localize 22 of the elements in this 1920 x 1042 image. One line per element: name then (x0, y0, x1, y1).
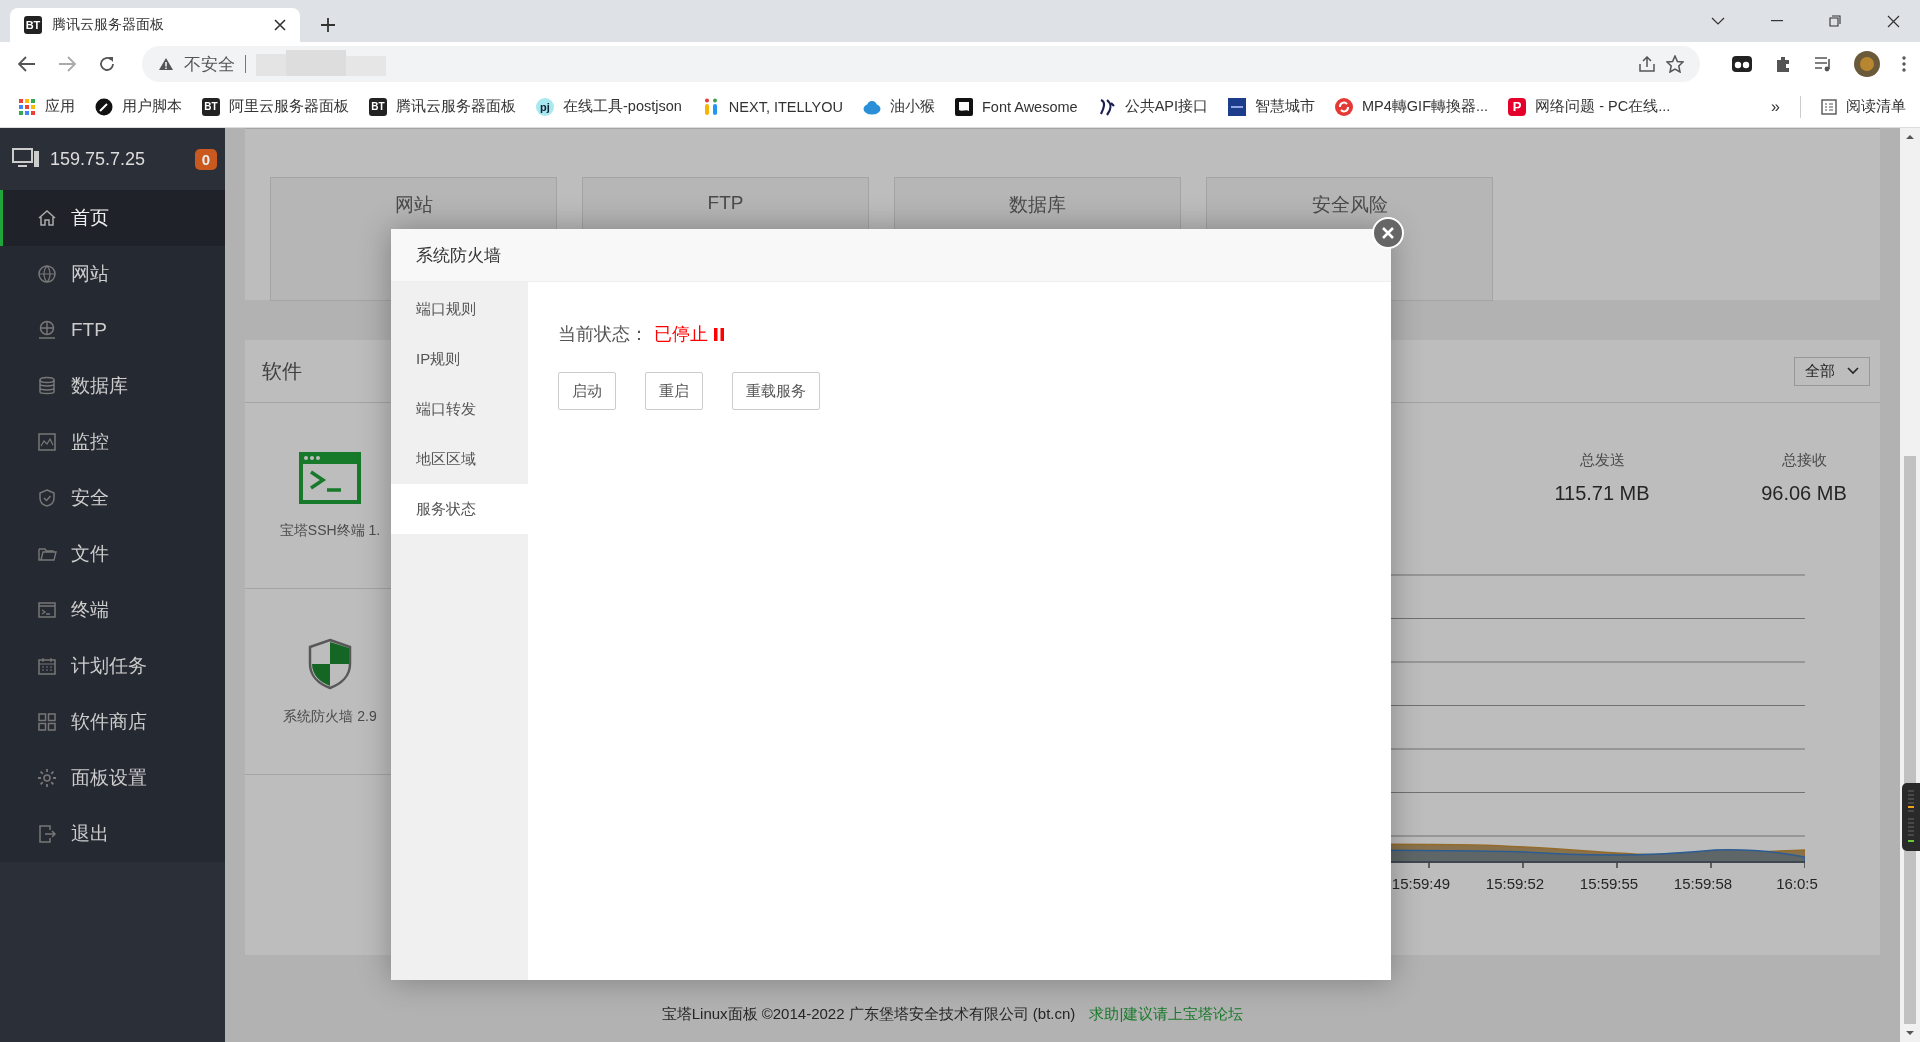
security-label: 不安全 (184, 53, 235, 76)
copyright-text: 宝塔Linux面板 ©2014-2022 广东堡塔安全技术有限公司 (bt.cn) (661, 1005, 1076, 1024)
stat-label: 总发送 (1579, 451, 1625, 470)
favicon: BT (369, 97, 387, 116)
stat-value: 96.06 MB (1761, 482, 1847, 505)
favicon: P (1508, 97, 1527, 116)
axis-label: 15:59:58 (1672, 875, 1734, 892)
dialog-title: 系统防火墙 (416, 244, 501, 267)
favicon: pj (536, 97, 554, 116)
axis-label: 15:59:52 (1484, 875, 1546, 892)
favicon: BT (24, 16, 42, 34)
stat-value: 115.71 MB (1554, 482, 1650, 505)
host-address: 159.75.7.25 (50, 148, 146, 170)
favicon: BT (202, 97, 220, 116)
axis-label: 15:59:55 (1578, 875, 1640, 892)
status-value: 已停止 (654, 323, 708, 346)
tab-title: 腾讯云服务器面板 (52, 16, 165, 34)
status-label: 当前状态： (558, 323, 648, 346)
axis-label: 15:59:49 (1390, 875, 1452, 892)
axis-label: 16:0:5 (1775, 875, 1819, 892)
stat-label: 总接收 (1781, 451, 1827, 470)
section-title: 软件 (262, 358, 302, 384)
